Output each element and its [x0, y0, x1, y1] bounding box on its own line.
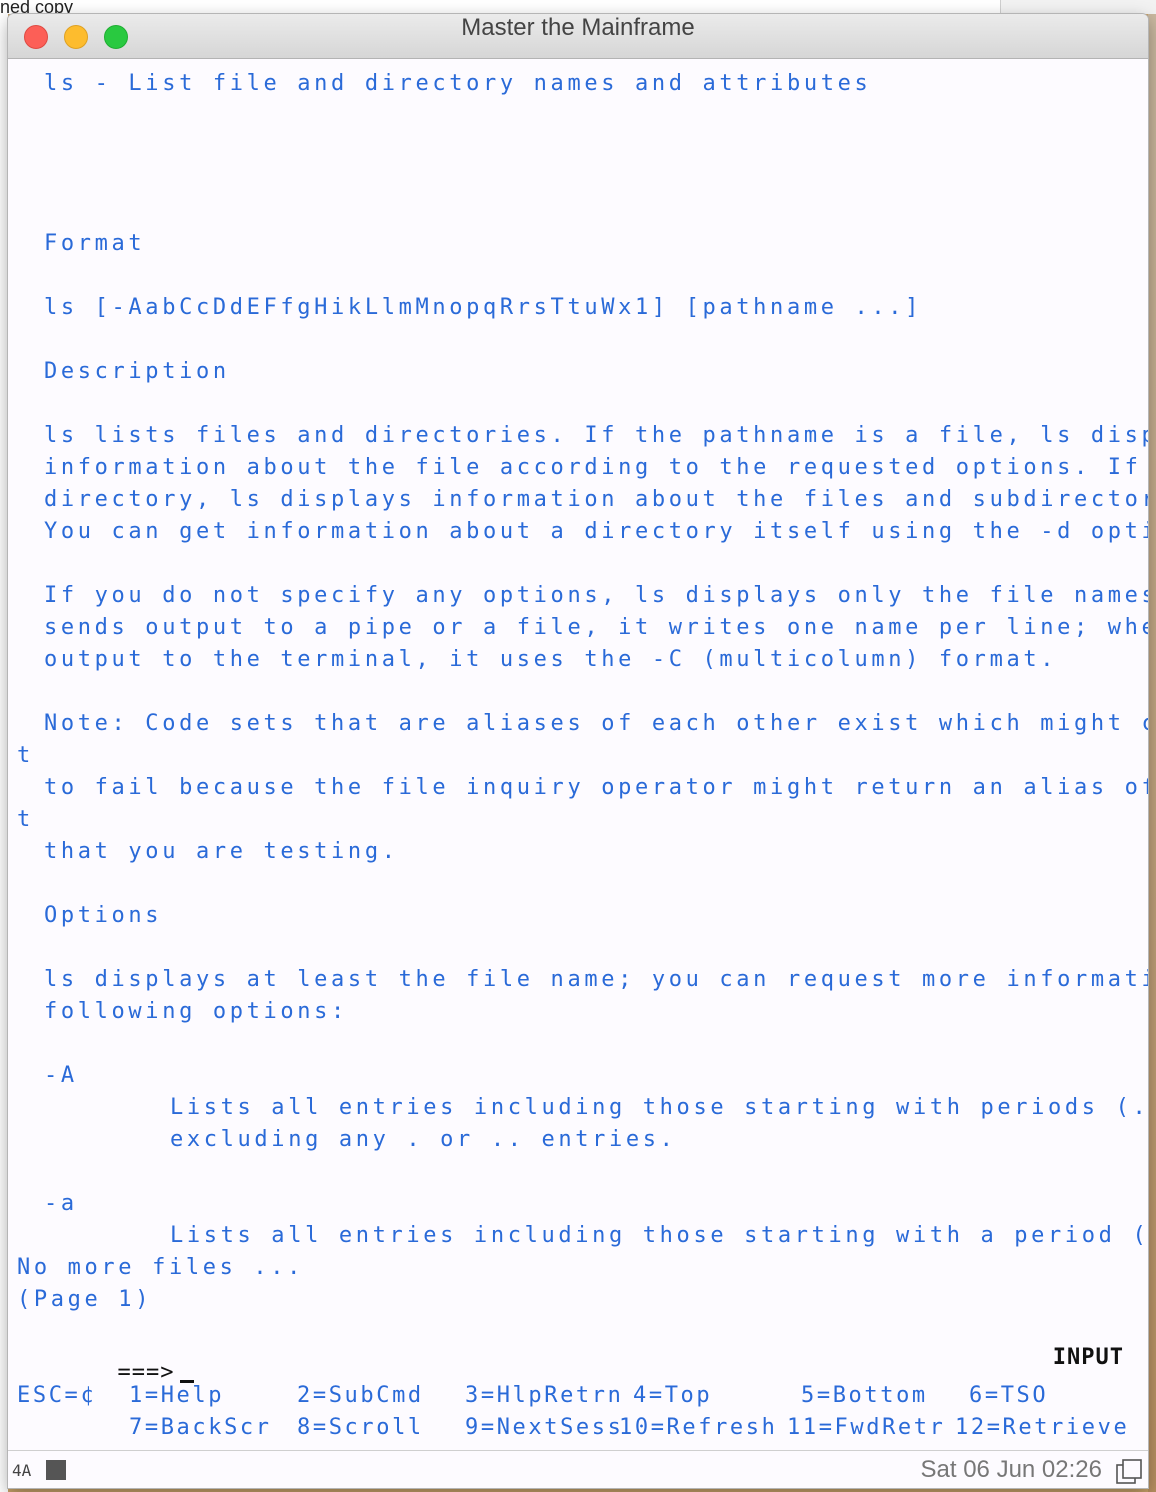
terminal-line: to fail because the file inquiry operato… [44, 775, 1148, 800]
keyboard-lock-indicator [46, 1460, 66, 1480]
terminal-line: information about the file according to … [44, 455, 1142, 480]
status-datetime: Sat 06 Jun 02:26 [920, 1456, 1102, 1483]
background-window: ned copy [0, 0, 1001, 14]
command-line[interactable]: ===> [32, 1331, 195, 1385]
terminal-line: Format [44, 231, 146, 256]
terminal-line: If you do not specify any options, ls di… [44, 583, 1148, 608]
terminal-line: ls - List file and directory names and a… [44, 71, 872, 96]
terminal-line: Note: Code sets that are aliases of each… [44, 711, 1148, 736]
terminal-window: Master the Mainframe ===> INPUT ESC=¢ 1=H… [8, 14, 1148, 1488]
pf-key[interactable]: 3=HlpRetrn [465, 1382, 623, 1410]
pf-key[interactable]: 9=NextSess [465, 1414, 623, 1442]
pf-key[interactable]: 2=SubCmd [297, 1382, 424, 1410]
background-window-text: ned copy [0, 0, 74, 14]
status-bar: 4A Sat 06 Jun 02:26 [8, 1450, 1148, 1488]
pf-key[interactable]: 12=Retrieve [955, 1414, 1129, 1442]
pf-key[interactable]: 11=FwdRetr [787, 1414, 945, 1442]
resize-window-icon[interactable] [1116, 1459, 1142, 1485]
window-title: Master the Mainframe [461, 14, 695, 41]
terminal-line: directory, ls displays information about… [44, 487, 1148, 512]
title-bar[interactable]: Master the Mainframe [8, 14, 1148, 59]
pf-key[interactable]: 8=Scroll [297, 1414, 424, 1442]
terminal-line: ls [-AabCcDdEFfgHikLlmMnopqRrsTtuWx1] [p… [44, 295, 923, 320]
terminal-line: -a [44, 1191, 78, 1216]
terminal-line: -A [44, 1063, 78, 1088]
terminal-screen[interactable]: ===> INPUT ESC=¢ 1=Help 2=SubCmd 3=HlpRetrn… [8, 59, 1148, 1449]
pf-key[interactable]: 7=BackScr [129, 1414, 272, 1442]
pf-key[interactable]: 4=Top [633, 1382, 712, 1410]
terminal-line: Lists all entries including those starti… [170, 1095, 1148, 1120]
desktop-right-edge [1148, 14, 1156, 1492]
input-mode-indicator: INPUT [1052, 1345, 1124, 1370]
terminal-line: Options [44, 903, 163, 928]
terminal-line: Description [44, 359, 230, 384]
pf-key[interactable]: ESC=¢ [17, 1382, 96, 1410]
terminal-line: following options: [44, 999, 348, 1024]
terminal-line: ls displays at least the file name; you … [44, 967, 1148, 992]
pf-key[interactable]: 1=Help [129, 1382, 224, 1410]
terminal-line: You can get information about a director… [44, 519, 1148, 544]
desktop-left-edge [0, 14, 8, 1492]
terminal-line: (Page 1) [17, 1287, 153, 1312]
pf-key[interactable]: 10=Refresh [619, 1414, 777, 1442]
terminal-line: output to the terminal, it uses the -C (… [44, 647, 1058, 672]
terminal-line: Lists all entries including those starti… [170, 1223, 1148, 1248]
pf-key[interactable]: 5=Bottom [801, 1382, 928, 1410]
terminal-line: that you are testing. [44, 839, 399, 864]
oia-indicator: 4A [12, 1461, 32, 1480]
terminal-line: t [17, 807, 34, 832]
terminal-line: t [17, 743, 34, 768]
pf-key[interactable]: 6=TSO [969, 1382, 1048, 1410]
terminal-line: excluding any . or .. entries. [170, 1127, 677, 1152]
terminal-line: ls lists files and directories. If the p… [44, 423, 1148, 448]
terminal-line: No more files ... [17, 1255, 305, 1280]
terminal-line: sends output to a pipe or a file, it wri… [44, 615, 1148, 640]
